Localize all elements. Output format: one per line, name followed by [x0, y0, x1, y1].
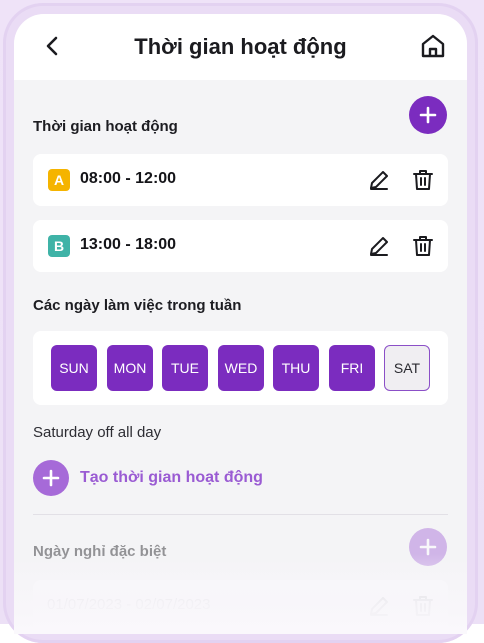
edit-slot-a-button[interactable]	[367, 168, 391, 192]
section-divider	[33, 514, 448, 515]
special-day-range: 01/07/2023 - 02/07/2023	[47, 596, 211, 613]
edit-slot-b-button[interactable]	[367, 234, 391, 258]
pencil-icon	[370, 237, 388, 256]
plus-icon	[419, 106, 437, 124]
operating-hours-heading: Thời gian hoạt động	[33, 118, 178, 135]
days-off-note: Saturday off all day	[33, 424, 162, 441]
slot-badge-a: A	[48, 169, 70, 191]
special-days-heading: Ngày nghỉ đặc biệt	[33, 543, 167, 560]
page-title: Thời gian hoạt động	[134, 34, 347, 59]
back-button[interactable]	[40, 34, 64, 58]
trash-icon	[413, 596, 433, 616]
day-toggle-mon[interactable]: MON	[107, 345, 153, 391]
day-toggle-sun[interactable]: SUN	[51, 345, 97, 391]
app-screen: Thời gian hoạt động Thời gian hoạt động …	[14, 14, 467, 634]
delete-slot-a-button[interactable]	[411, 168, 435, 192]
device-frame: Thời gian hoạt động Thời gian hoạt động …	[0, 0, 484, 643]
trash-icon	[413, 170, 433, 190]
home-button[interactable]	[419, 32, 447, 60]
special-day-card: 01/07/2023 - 02/07/2023	[33, 580, 448, 632]
edit-special-day-button[interactable]	[367, 594, 391, 618]
create-plus-circle	[33, 460, 69, 496]
home-icon	[421, 34, 445, 58]
work-days-card: SUN MON TUE WED THU FRI SAT	[33, 331, 448, 405]
add-special-day-button[interactable]	[409, 528, 447, 566]
create-operating-hours-button[interactable]: Tạo thời gian hoạt động	[33, 460, 333, 496]
pencil-icon	[370, 171, 388, 190]
day-toggle-fri[interactable]: FRI	[329, 345, 375, 391]
day-toggle-tue[interactable]: TUE	[162, 345, 208, 391]
plus-icon	[42, 469, 60, 487]
chevron-left-icon	[46, 36, 58, 56]
slot-time-b: 13:00 - 18:00	[80, 236, 177, 253]
pencil-icon	[370, 597, 388, 616]
slot-badge-b: B	[48, 235, 70, 257]
day-toggle-thu[interactable]: THU	[273, 345, 319, 391]
top-app-bar: Thời gian hoạt động	[14, 14, 467, 80]
time-slot-card-b: B 13:00 - 18:00	[33, 220, 448, 272]
day-toggle-sat[interactable]: SAT	[384, 345, 430, 391]
create-label: Tạo thời gian hoạt động	[80, 469, 263, 486]
day-toggle-wed[interactable]: WED	[218, 345, 264, 391]
delete-special-day-button[interactable]	[411, 594, 435, 618]
work-days-heading: Các ngày làm việc trong tuần	[33, 297, 242, 314]
add-operating-hours-button[interactable]	[409, 96, 447, 134]
delete-slot-b-button[interactable]	[411, 234, 435, 258]
trash-icon	[413, 236, 433, 256]
slot-time-a: 08:00 - 12:00	[80, 170, 177, 187]
plus-icon	[419, 538, 437, 556]
time-slot-card-a: A 08:00 - 12:00	[33, 154, 448, 206]
